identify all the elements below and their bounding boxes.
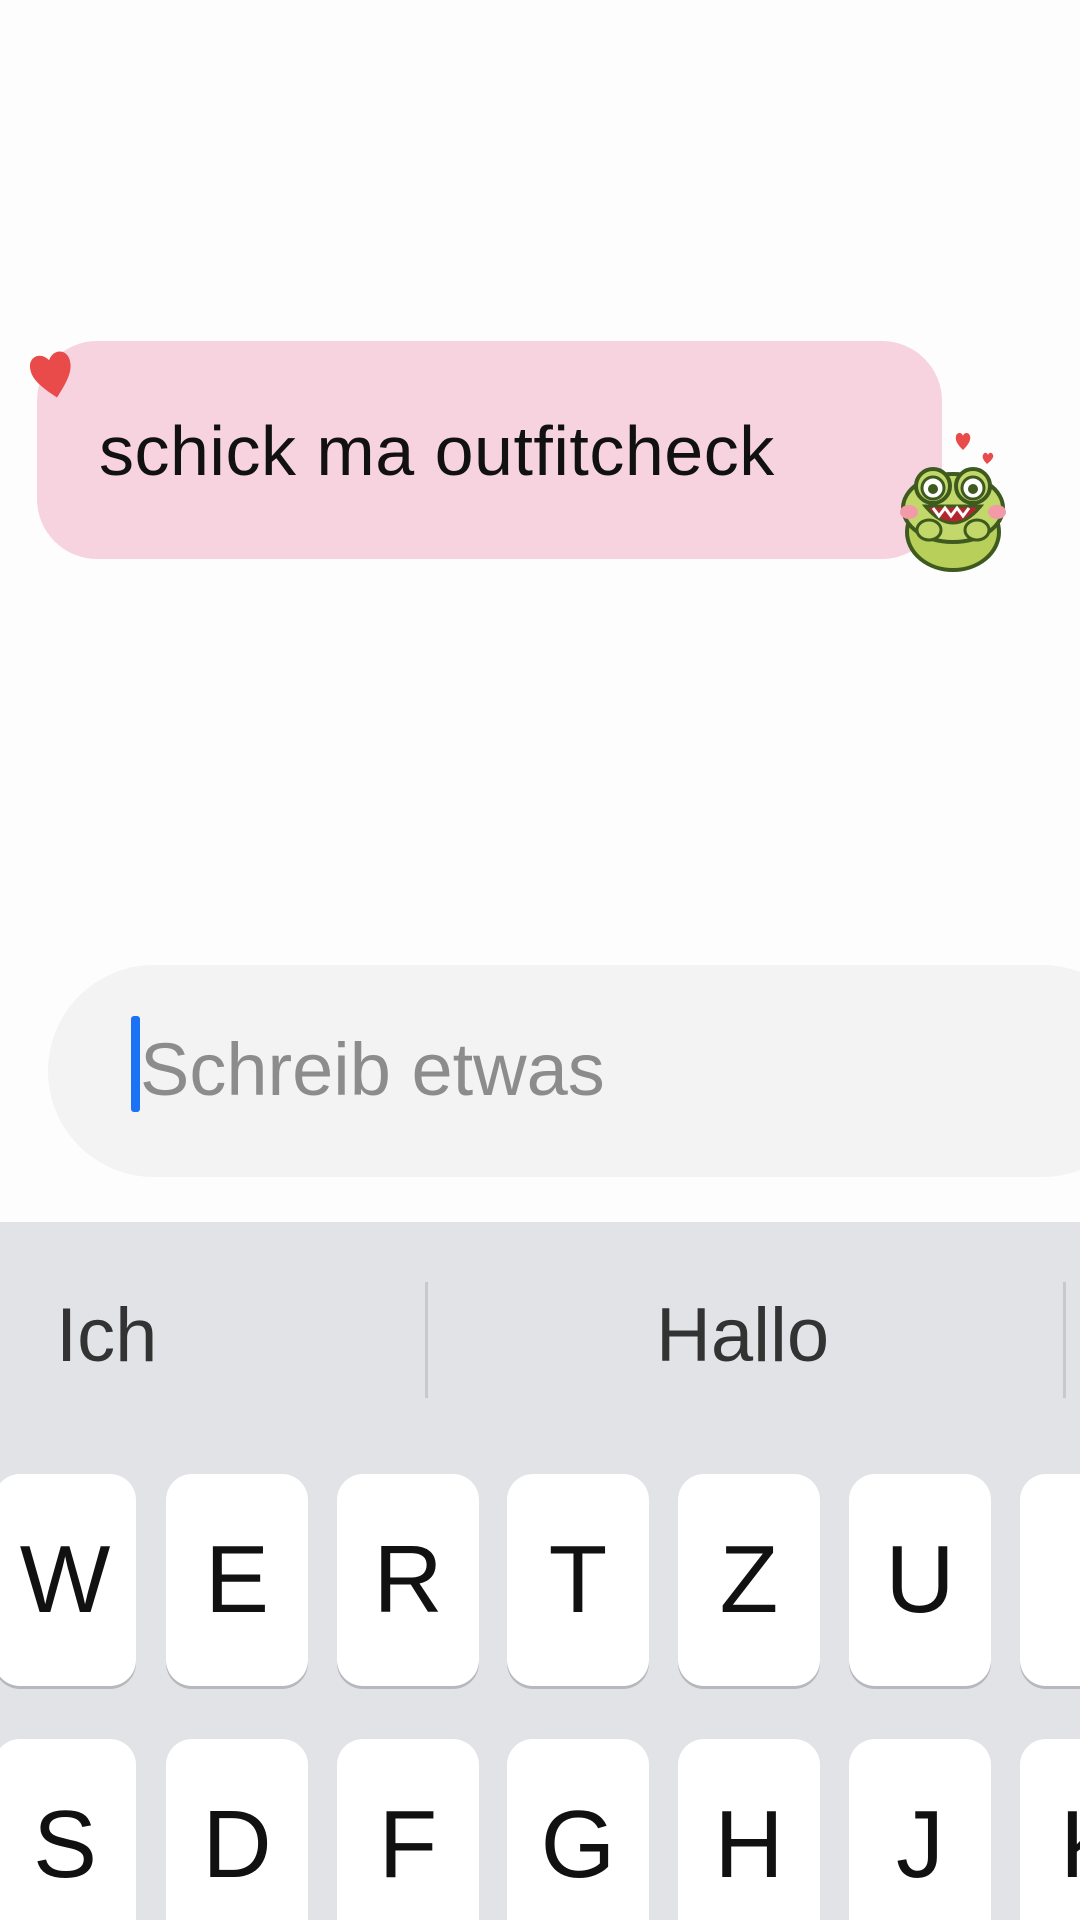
key-k[interactable]: K xyxy=(1020,1739,1080,1920)
key-u[interactable]: U xyxy=(849,1474,991,1686)
heart-icon xyxy=(29,351,71,398)
suggestion-item[interactable]: Ich xyxy=(56,1292,157,1379)
message-bubble[interactable]: schick ma outfitcheck xyxy=(37,341,942,559)
message-text: schick ma outfitcheck xyxy=(99,412,775,490)
key-f[interactable]: F xyxy=(337,1739,479,1920)
key-r[interactable]: R xyxy=(337,1474,479,1686)
keyboard: Ich Hallo W E R T Z U S D F G H J K xyxy=(0,1222,1080,1920)
key-s[interactable]: S xyxy=(0,1739,136,1920)
key-d[interactable]: D xyxy=(166,1739,308,1920)
chat-area: schick ma outfitcheck xyxy=(0,0,1080,960)
frog-sticker-icon xyxy=(900,433,1006,572)
input-placeholder: Schreib etwas xyxy=(140,1028,605,1111)
key-h[interactable]: H xyxy=(678,1739,820,1920)
key-w[interactable]: W xyxy=(0,1474,136,1686)
key-i[interactable] xyxy=(1020,1474,1080,1686)
text-caret xyxy=(131,1016,140,1112)
chat-screen: schick ma outfitcheck Schreib etwas Ich … xyxy=(0,0,1080,1920)
key-e[interactable]: E xyxy=(166,1474,308,1686)
suggestion-divider xyxy=(1063,1282,1066,1398)
key-g[interactable]: G xyxy=(507,1739,649,1920)
key-j[interactable]: J xyxy=(849,1739,991,1920)
key-t[interactable]: T xyxy=(507,1474,649,1686)
suggestion-divider xyxy=(425,1282,428,1398)
suggestion-item[interactable]: Hallo xyxy=(656,1292,829,1379)
key-z[interactable]: Z xyxy=(678,1474,820,1686)
